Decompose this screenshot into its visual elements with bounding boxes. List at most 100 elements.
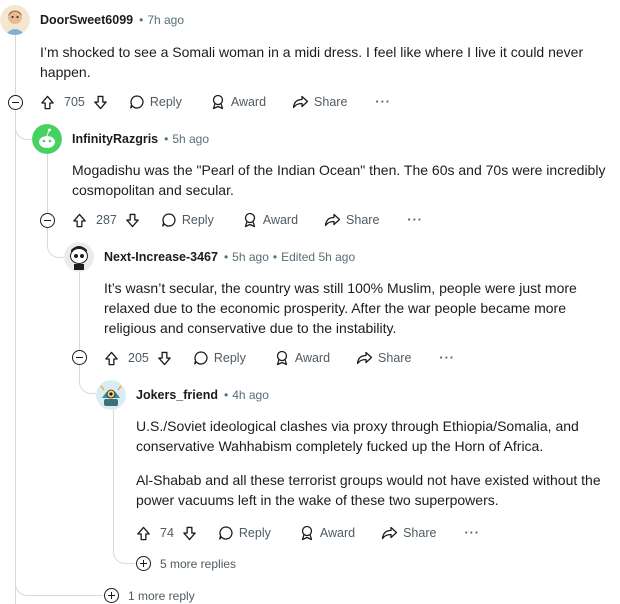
share-label: Share [346,213,380,227]
comment-body: Mogadishu was the "Pearl of the Indian O… [72,160,607,200]
vote-score: 205 [128,351,149,365]
comment-action-bar: 287 Reply Award Share ··· [72,209,423,231]
thread-elbow-outer-more [15,580,103,596]
thread-elbow-level-3 [79,364,96,394]
more-options-button[interactable]: ··· [375,95,391,109]
thread-elbow-level-2 [47,228,64,258]
reply-button[interactable]: Reply [129,94,182,110]
upvote-button[interactable] [72,213,87,228]
comment-timestamp: • 5h ago [223,250,269,264]
thread-line-level-3 [113,410,114,550]
more-replies-label: 5 more replies [160,556,237,571]
avatar[interactable] [0,5,30,35]
reply-label: Reply [181,213,214,227]
comment-action-bar: 205 Reply Award Share ··· [104,347,455,369]
award-icon [244,212,255,228]
award-button[interactable]: Award [210,94,266,110]
share-button[interactable]: Share [381,525,436,541]
comment-paragraph: Al-Shabab and all these terrorist groups… [136,472,601,508]
share-button[interactable]: Share [356,350,411,366]
more-replies-label: 1 more reply [128,588,195,603]
thread-line-level-1 [47,154,48,214]
reply-label: Reply [149,95,182,109]
vote-score: 287 [96,213,117,227]
comment-paragraph: Mogadishu was the "Pearl of the Indian O… [72,162,606,198]
share-label: Share [403,526,437,540]
share-button[interactable]: Share [292,94,347,110]
comment-header: Jokers_friend • 4h ago [136,385,269,405]
downvote-button[interactable] [182,526,197,541]
collapse-thread-button[interactable] [40,213,55,228]
robot-avatar-icon [96,380,126,410]
comment-body: U.S./Soviet ideological clashes via prox… [136,416,611,510]
avatar[interactable] [96,380,126,410]
speech-bubble-icon [162,213,176,227]
comment-author[interactable]: DoorSweet6099 [40,13,133,27]
comment-header: DoorSweet6099 • 7h ago [40,10,184,30]
comment-action-bar: 705 Reply Award Share ··· [40,91,391,113]
skull-snoo-avatar-icon [64,242,94,272]
collapse-thread-button[interactable] [8,95,23,110]
upvote-icon [41,95,54,109]
upvote-icon [73,213,86,227]
award-label: Award [319,526,356,540]
comment-body: It’s wasn’t secular, the country was sti… [104,278,604,338]
share-arrow-icon [356,351,373,365]
reply-button[interactable]: Reply [193,350,246,366]
more-options-button[interactable]: ··· [407,213,423,227]
collapse-thread-button[interactable] [72,350,87,365]
downvote-icon [126,213,139,227]
comment-timestamp: • 5h ago [164,132,210,146]
green-snoo-avatar-icon [32,124,62,154]
more-options-button[interactable]: ··· [439,351,455,365]
share-arrow-icon [324,213,341,227]
share-button[interactable]: Share [324,212,379,228]
speech-bubble-icon [219,526,233,540]
comment-paragraph: U.S./Soviet ideological clashes via prox… [136,418,579,454]
reply-button[interactable]: Reply [218,525,271,541]
share-arrow-icon [292,95,309,109]
avatar[interactable] [64,242,94,272]
comment-timestamp: • 7h ago [139,13,185,27]
upvote-button[interactable] [40,95,55,110]
upvote-button[interactable] [136,526,151,541]
downvote-button[interactable] [125,213,140,228]
downvote-button[interactable] [157,351,172,366]
reply-button[interactable]: Reply [161,212,214,228]
avatar[interactable] [32,124,62,154]
speech-bubble-icon [194,351,208,365]
award-button[interactable]: Award [242,212,298,228]
comment-header: InfinityRazgris • 5h ago [72,129,209,149]
more-options-button[interactable]: ··· [464,526,480,540]
comment-header: Next-Increase-3467 • 5h ago • Edited 5h ag… [104,247,355,267]
more-replies-button[interactable]: 5 more replies [136,556,236,571]
comment-body: I’m shocked to see a Somali woman in a m… [40,42,600,82]
downvote-button[interactable] [93,95,108,110]
upvote-icon [137,526,150,540]
more-replies-button[interactable]: 1 more reply [104,588,195,603]
comment-author[interactable]: Jokers_friend [136,388,218,402]
comment-edited-label: • Edited 5h ago [272,250,356,264]
illustrated-avatar-icon [0,5,30,35]
award-label: Award [262,213,299,227]
award-button[interactable]: Award [299,525,355,541]
plus-circle-icon [104,588,119,603]
vote-score: 74 [160,526,174,540]
plus-circle-icon [136,556,151,571]
award-button[interactable]: Award [274,350,330,366]
comment-author[interactable]: Next-Increase-3467 [104,250,218,264]
award-icon [276,350,287,366]
reply-label: Reply [238,526,271,540]
share-label: Share [378,351,412,365]
award-label: Award [294,351,331,365]
downvote-icon [158,351,171,365]
thread-elbow-level-1 [15,112,32,140]
share-label: Share [314,95,348,109]
speech-bubble-icon [130,95,144,109]
comment-author[interactable]: InfinityRazgris [72,132,158,146]
share-arrow-icon [381,526,398,540]
vote-score: 705 [64,95,85,109]
comment-paragraph: I’m shocked to see a Somali woman in a m… [40,44,584,80]
upvote-button[interactable] [104,351,119,366]
award-label: Award [230,95,267,109]
